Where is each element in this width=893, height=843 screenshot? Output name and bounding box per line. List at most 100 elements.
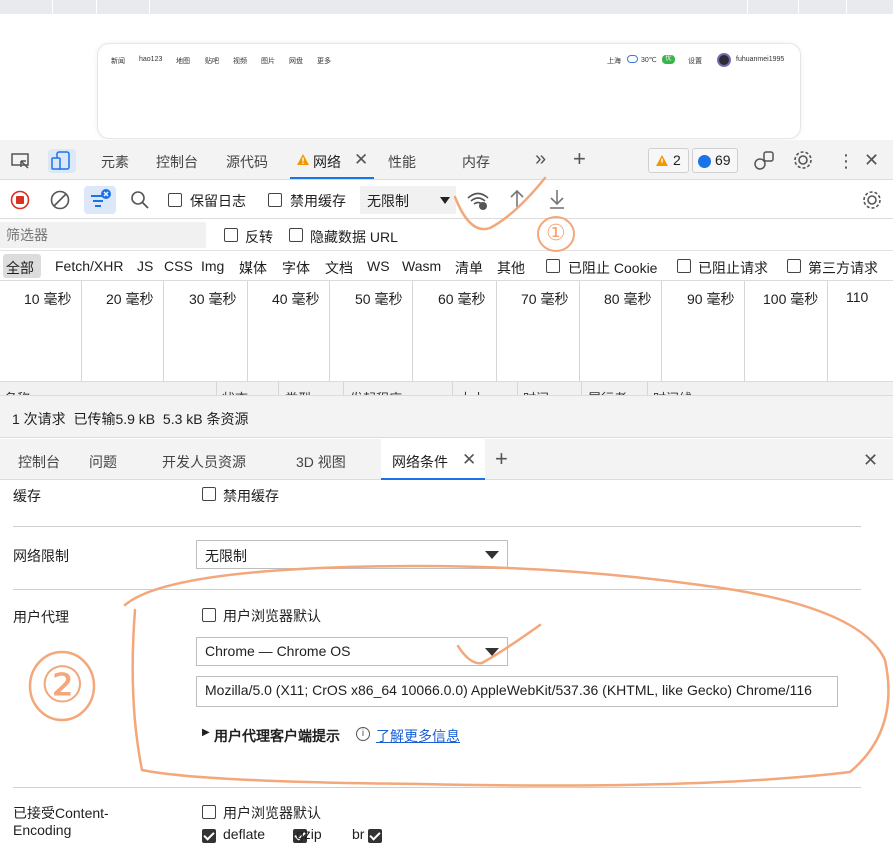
learn-more-link[interactable]: 了解更多信息 — [376, 726, 460, 746]
type-filter-js[interactable]: JS — [137, 258, 153, 274]
ua-preset-select[interactable]: Chrome — Chrome OS — [196, 637, 508, 666]
type-filter-font[interactable]: 字体 — [282, 258, 310, 278]
nav-link-pan[interactable]: 网盘 — [289, 56, 303, 66]
drawer-tab-issues[interactable]: 问题 — [89, 452, 117, 472]
inspect-element-icon[interactable] — [11, 152, 31, 175]
username[interactable]: fuhuanmei1995 — [736, 56, 784, 63]
type-filter-manifest[interactable]: 清单 — [455, 258, 483, 278]
type-filter-fetch-xhr[interactable]: Fetch/XHR — [55, 258, 123, 274]
type-filter-other[interactable]: 其他 — [497, 258, 525, 278]
client-hints-label[interactable]: 用户代理客户端提示 — [214, 726, 340, 746]
tab-elements[interactable]: 元素 — [101, 152, 129, 172]
add-tab-icon[interactable]: + — [573, 146, 586, 172]
tab-performance[interactable]: 性能 — [388, 152, 416, 172]
settings-gear-icon[interactable] — [792, 149, 814, 176]
invert-label: 反转 — [245, 229, 273, 245]
close-drawer-tab-icon[interactable]: ✕ — [462, 450, 476, 470]
blocked-requests-checkbox[interactable] — [677, 259, 691, 273]
tab-sources[interactable]: 源代码 — [226, 152, 268, 172]
hide-data-urls-checkbox[interactable] — [289, 228, 303, 242]
drawer-tab-network-conditions[interactable]: 网络条件 — [392, 452, 448, 472]
third-party-checkbox[interactable] — [787, 259, 801, 273]
type-filter-css[interactable]: CSS — [164, 258, 193, 274]
column-initiator[interactable]: 发起程序 — [350, 388, 402, 395]
column-time[interactable]: 时间 — [523, 388, 549, 395]
column-waterfall[interactable]: 时间线 — [653, 388, 692, 395]
avatar[interactable] — [717, 53, 731, 67]
encoding-default-checkbox[interactable] — [202, 805, 216, 819]
more-options-icon[interactable]: ⋮ — [837, 151, 855, 172]
dropdown-arrow-icon — [485, 648, 499, 656]
ua-default-checkbox[interactable] — [202, 608, 216, 622]
close-drawer-icon[interactable]: ✕ — [863, 450, 878, 471]
filter-toggle-icon[interactable] — [84, 186, 116, 214]
blocked-cookies-checkbox[interactable] — [546, 259, 560, 273]
disable-cache-checkbox[interactable] — [268, 193, 282, 207]
nav-link-images[interactable]: 图片 — [261, 56, 275, 66]
column-size[interactable]: 大小 — [459, 388, 485, 395]
settings-link[interactable]: 设置 — [688, 56, 702, 66]
search-icon[interactable] — [130, 190, 150, 215]
export-har-icon[interactable] — [548, 187, 566, 216]
import-har-icon[interactable] — [508, 187, 526, 216]
throttling-label: 网络限制 — [13, 548, 69, 564]
nc-disable-cache-checkbox[interactable] — [202, 487, 216, 501]
ua-preset-value: Chrome — Chrome OS — [205, 643, 351, 659]
nc-throttling-select[interactable]: 无限制 — [196, 540, 508, 569]
type-filter-doc[interactable]: 文档 — [325, 258, 353, 278]
timeline-tick: 60 毫秒 — [438, 291, 486, 307]
expand-triangle-icon[interactable]: ▶ — [202, 727, 210, 738]
more-tabs-icon[interactable]: » — [535, 148, 546, 171]
drawer-tab-3d-view[interactable]: 3D 视图 — [296, 452, 346, 472]
annotation-mark-1: ① — [546, 220, 566, 245]
nav-link-hao123[interactable]: hao123 — [139, 56, 162, 63]
messages-counter[interactable]: 69 — [692, 148, 738, 173]
record-stop-icon[interactable] — [10, 190, 30, 215]
timeline-overview[interactable]: 10 毫秒 20 毫秒 30 毫秒 40 毫秒 50 毫秒 60 毫秒 70 毫… — [0, 281, 893, 382]
ua-string-input[interactable]: Mozilla/5.0 (X11; CrOS x86_64 10066.0.0)… — [196, 676, 838, 707]
column-name[interactable]: 名称 — [4, 388, 30, 395]
nav-link-news[interactable]: 新闻 — [111, 56, 125, 66]
filter-input[interactable] — [0, 222, 206, 248]
nc-disable-cache-label: 禁用缓存 — [223, 488, 279, 504]
blocked-cookies-label: 已阻止 Cookie — [568, 260, 658, 276]
close-devtools-icon[interactable]: ✕ — [864, 150, 879, 171]
device-toolbar-icon[interactable] — [48, 149, 76, 173]
throttling-select[interactable]: 无限制 — [360, 186, 456, 214]
nav-link-tieba[interactable]: 贴吧 — [205, 56, 219, 66]
type-filter-media[interactable]: 媒体 — [239, 258, 267, 278]
type-filter-all[interactable]: 全部 — [6, 258, 34, 278]
nc-throttling-value: 无限制 — [205, 548, 247, 564]
type-filter-wasm[interactable]: Wasm — [402, 258, 441, 274]
network-conditions-icon[interactable] — [466, 190, 490, 217]
drawer-tab-console[interactable]: 控制台 — [18, 452, 60, 472]
drawer-tab-developer-resources[interactable]: 开发人员资源 — [162, 452, 246, 472]
close-tab-icon[interactable]: ✕ — [354, 150, 368, 170]
invert-checkbox[interactable] — [224, 228, 238, 242]
ua-default-label: 用户浏览器默认 — [223, 608, 321, 624]
tab-memory[interactable]: 内存 — [462, 152, 490, 172]
warnings-counter[interactable]: 2 — [648, 148, 689, 173]
clear-icon[interactable] — [50, 190, 70, 215]
timeline-tick: 70 毫秒 — [521, 291, 569, 307]
nav-link-video[interactable]: 视频 — [233, 56, 247, 66]
nav-link-map[interactable]: 地图 — [176, 56, 190, 66]
filter-row: 反转 隐藏数据 URL — [0, 219, 893, 251]
network-settings-gear-icon[interactable] — [861, 189, 883, 216]
tab-console[interactable]: 控制台 — [156, 152, 198, 172]
deflate-label: deflate — [223, 826, 266, 842]
content-encoding-label-2: Encoding — [13, 822, 72, 838]
customize-icon[interactable] — [753, 150, 775, 175]
preserve-log-checkbox[interactable] — [168, 193, 182, 207]
add-drawer-tab-icon[interactable]: + — [495, 446, 508, 472]
column-fulfilled-by[interactable]: 履行者 — [588, 388, 627, 395]
column-status[interactable]: 状态 — [222, 388, 248, 395]
type-filter-img[interactable]: Img — [201, 258, 224, 274]
timeline-tick: 30 毫秒 — [189, 291, 237, 307]
timeline-tick: 110 — [846, 289, 869, 305]
column-type[interactable]: 类型 — [285, 388, 311, 395]
type-filter-ws[interactable]: WS — [367, 258, 390, 274]
tab-network[interactable]: 网络 — [313, 152, 341, 172]
timeline-tick: 100 毫秒 — [763, 291, 819, 307]
nav-link-more[interactable]: 更多 — [317, 56, 331, 66]
